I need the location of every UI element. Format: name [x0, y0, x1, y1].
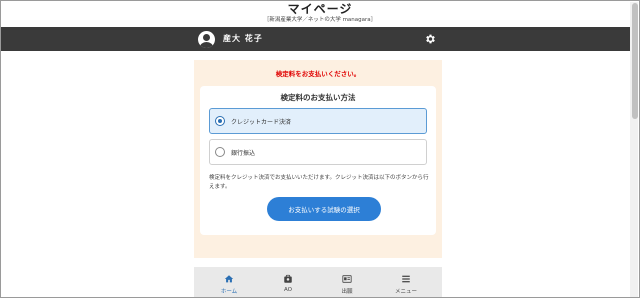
tab-menu-label: メニュー [394, 289, 417, 295]
page-subtitle: ［新潟産業大学／ネットの大学 managara］ [263, 17, 377, 23]
tab-application[interactable]: 出願 [316, 267, 378, 297]
bottom-tab-bar: ホーム AO 出願 メニュー [194, 267, 442, 297]
option-credit-card[interactable]: クレジットカード決済 [209, 108, 427, 134]
tab-application-label: 出願 [341, 289, 353, 295]
home-icon [224, 275, 234, 283]
ao-icon [284, 274, 292, 283]
page-frame: マイページ ［新潟産業大学／ネットの大学 managara］ 産大 花子 検定料… [0, 0, 640, 298]
tab-home-label: ホーム [220, 289, 238, 295]
payment-description: 検定料をクレジット決済でお支払いいただけます。クレジット決済は以下のボタンから行… [209, 175, 429, 190]
payment-method-card: 検定料のお支払い方法 クレジットカード決済 銀行振込 検定料をクレジット決済でお… [200, 86, 436, 235]
user-avatar-icon [198, 31, 215, 48]
tab-ao-label: AO [284, 287, 292, 293]
scrollbar-thumb[interactable] [632, 3, 638, 119]
username: 産大 花子 [223, 34, 263, 43]
radio-credit-card[interactable] [215, 116, 225, 126]
application-icon [342, 275, 352, 283]
tab-menu[interactable]: メニュー [375, 267, 437, 297]
menu-icon [402, 275, 410, 283]
option-bank-transfer-label: 銀行振込 [231, 150, 256, 157]
select-exam-button[interactable]: お支払いする試験の選択 [267, 197, 381, 221]
payment-method-title: 検定料のお支払い方法 [280, 93, 356, 102]
page-header: マイページ ［新潟産業大学／ネットの大学 managara］ [1, 1, 639, 27]
tab-ao[interactable]: AO [257, 267, 319, 297]
gear-icon[interactable] [424, 33, 436, 45]
payment-notice: 検定料をお支払いください。 [275, 70, 361, 78]
user-bar: 産大 花子 [1, 27, 631, 51]
tab-home[interactable]: ホーム [198, 267, 260, 297]
payment-panel: 検定料をお支払いください。 検定料のお支払い方法 クレジットカード決済 銀行振込… [194, 60, 442, 258]
option-bank-transfer[interactable]: 銀行振込 [209, 139, 427, 165]
radio-bank-transfer[interactable] [215, 147, 225, 157]
page-title: マイページ [287, 2, 353, 16]
option-credit-card-label: クレジットカード決済 [231, 119, 292, 126]
